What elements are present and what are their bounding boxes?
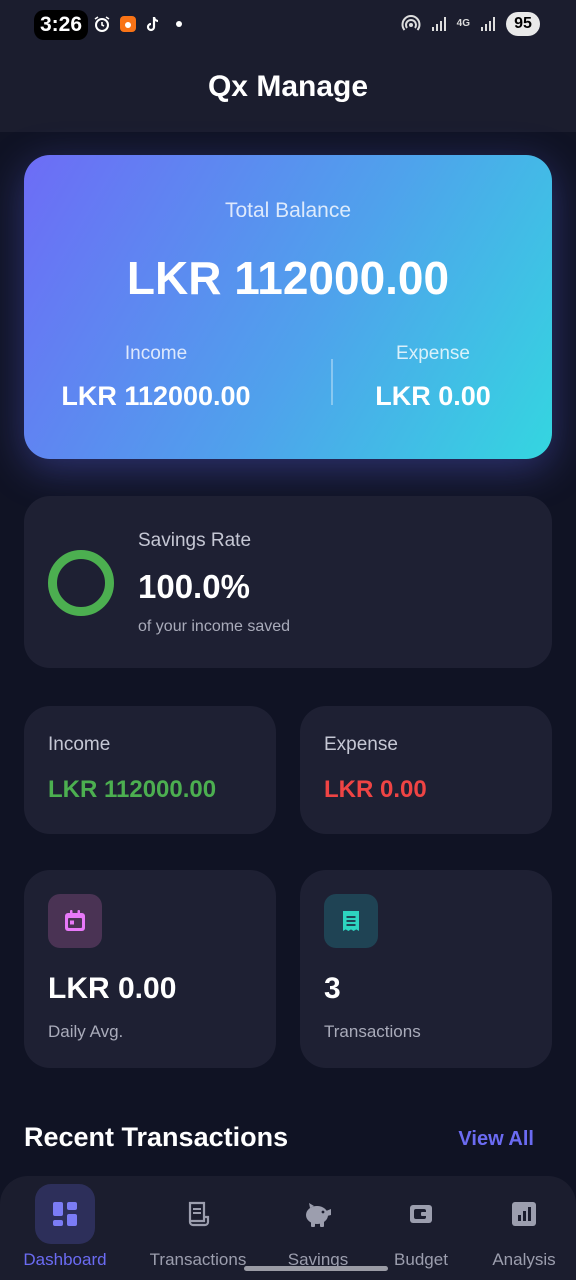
nav-item-budget[interactable]: Budget bbox=[363, 1176, 479, 1280]
status-icons-left bbox=[92, 14, 182, 34]
balance-expense-section: Expense LKR 0.00 bbox=[314, 343, 552, 412]
dashboard-icon bbox=[35, 1184, 95, 1244]
tiktok-icon bbox=[144, 14, 164, 34]
daily-average-label: Daily Avg. bbox=[48, 1022, 124, 1041]
view-all-link[interactable]: View All bbox=[458, 1128, 534, 1151]
income-card: Income LKR 112000.00 bbox=[24, 706, 276, 834]
nav-item-analysis[interactable]: Analysis bbox=[466, 1176, 576, 1280]
expense-label: Expense bbox=[324, 734, 398, 755]
savings-progress-ring bbox=[48, 550, 114, 616]
balance-expense-label: Expense bbox=[396, 343, 470, 364]
savings-rate-label: Savings Rate bbox=[138, 530, 252, 551]
nav-label-analysis: Analysis bbox=[492, 1250, 556, 1269]
page-title: Qx Manage bbox=[207, 70, 369, 103]
transactions-count-card: 3 Transactions bbox=[300, 870, 552, 1068]
network-4g-icon: 4G bbox=[456, 18, 470, 29]
app-notification-icon bbox=[118, 14, 138, 34]
recent-transactions-title: Recent Transactions bbox=[24, 1122, 289, 1152]
income-label: Income bbox=[48, 734, 111, 755]
expense-card: Expense LKR 0.00 bbox=[300, 706, 552, 834]
app-bar: Qx Manage bbox=[0, 52, 576, 132]
signal-icon bbox=[478, 14, 498, 34]
nav-item-savings[interactable]: Savings bbox=[260, 1176, 376, 1280]
savings-rate-value: 100.0% bbox=[138, 568, 250, 605]
status-time: 3:26 bbox=[34, 10, 89, 40]
app-screen: 3:26 4G 95 Qx Manage Total Balance LKR 1… bbox=[0, 0, 576, 1280]
transactions-count-label: Transactions bbox=[324, 1022, 421, 1041]
receipt-icon bbox=[168, 1184, 228, 1244]
daily-average-value: LKR 0.00 bbox=[48, 972, 177, 1005]
total-balance-card: Total Balance LKR 112000.00 Income LKR 1… bbox=[24, 155, 552, 459]
balance-expense-value: LKR 0.00 bbox=[375, 381, 491, 411]
status-bar: 3:26 4G 95 bbox=[0, 0, 576, 52]
balance-income-value: LKR 112000.00 bbox=[61, 381, 251, 411]
nav-label-transactions: Transactions bbox=[149, 1250, 247, 1269]
receipt-icon bbox=[324, 894, 378, 948]
bottom-navigation: Dashboard Transactions Savings Budget An… bbox=[0, 1176, 576, 1280]
dot-icon bbox=[176, 21, 182, 27]
status-icons-right: 4G 95 bbox=[401, 12, 540, 36]
nav-label-dashboard: Dashboard bbox=[23, 1250, 107, 1269]
expense-value: LKR 0.00 bbox=[324, 776, 427, 803]
alarm-icon bbox=[92, 14, 112, 34]
wallet-icon bbox=[391, 1184, 451, 1244]
battery-icon: 95 bbox=[506, 12, 540, 36]
hotspot-icon bbox=[401, 14, 421, 34]
nav-item-dashboard[interactable]: Dashboard bbox=[7, 1176, 123, 1280]
bar-chart-icon bbox=[494, 1184, 554, 1244]
balance-income-section: Income LKR 112000.00 bbox=[24, 343, 288, 412]
balance-income-label: Income bbox=[124, 343, 188, 364]
daily-average-card: LKR 0.00 Daily Avg. bbox=[24, 870, 276, 1068]
home-indicator[interactable] bbox=[244, 1266, 388, 1271]
savings-rate-card: Savings Rate 100.0% of your income saved bbox=[24, 496, 552, 668]
transactions-count-value: 3 bbox=[324, 972, 341, 1005]
total-balance-amount: LKR 112000.00 bbox=[126, 252, 450, 304]
income-value: LKR 112000.00 bbox=[48, 776, 217, 803]
total-balance-label: Total Balance bbox=[224, 199, 352, 222]
piggy-bank-icon bbox=[288, 1184, 348, 1244]
savings-rate-subtitle: of your income saved bbox=[138, 618, 291, 635]
nav-item-transactions[interactable]: Transactions bbox=[140, 1176, 256, 1280]
calendar-icon bbox=[48, 894, 102, 948]
signal-icon bbox=[429, 14, 449, 34]
